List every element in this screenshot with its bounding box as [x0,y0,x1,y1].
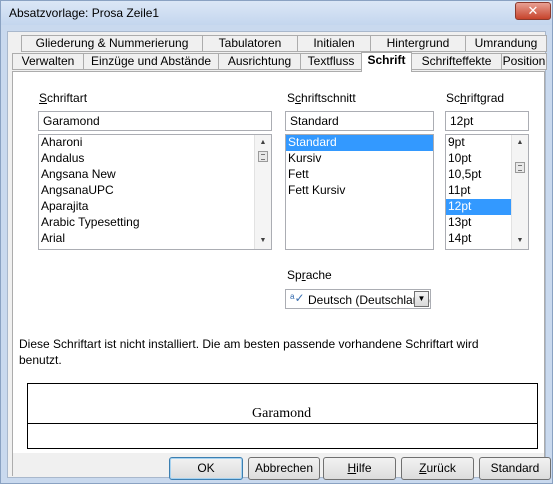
cancel-button[interactable]: Abbrechen [248,457,320,480]
size-label: Schriftgrad [446,91,505,105]
list-item[interactable]: Kursiv [286,151,433,167]
scroll-thumb[interactable] [258,151,268,162]
tab-ausrichtung[interactable]: Ausrichtung [218,53,301,70]
list-item[interactable]: Aharoni [39,135,271,151]
back-button[interactable]: Zurück [401,457,474,480]
scroll-up-icon[interactable]: ▲ [512,135,528,151]
language-label: Sprache [287,268,332,282]
spellcheck-icon: ᵃ✓ [290,291,305,305]
language-select[interactable]: ᵃ✓ Deutsch (Deutschland) ▼ [285,289,431,309]
list-item[interactable]: Andalus [39,151,271,167]
tab-hintergrund[interactable]: Hintergrund [370,35,466,52]
list-item-selected[interactable]: 12pt [446,199,511,215]
tab-einzuege-abstaende[interactable]: Einzüge und Abstände [83,53,219,70]
font-list-scrollbar[interactable]: ▲ ▼ [254,135,271,249]
scroll-down-icon[interactable]: ▼ [255,233,271,249]
font-preview: Garamond [27,383,538,449]
tab-position[interactable]: Position [501,53,547,70]
list-item[interactable]: Aparajita [39,199,271,215]
scroll-thumb[interactable] [515,162,525,173]
tab-tabulatoren[interactable]: Tabulatoren [202,35,298,52]
style-label: Schriftschnitt [287,91,356,105]
tab-umrandung[interactable]: Umrandung [465,35,547,52]
tab-textfluss[interactable]: Textfluss [300,53,362,70]
help-button[interactable]: Hilfe [323,457,396,480]
tab-initialen[interactable]: Initialen [297,35,371,52]
list-item[interactable]: Fett [286,167,433,183]
list-item[interactable]: Arabic Typesetting [39,215,271,231]
ok-button[interactable]: OK [169,457,243,480]
scroll-up-icon[interactable]: ▲ [255,135,271,151]
font-size-input[interactable]: 12pt [445,111,529,131]
chevron-down-icon[interactable]: ▼ [414,291,429,307]
list-item[interactable]: Angsana New [39,167,271,183]
preview-text: Garamond [252,406,312,421]
font-name-input[interactable]: Garamond [38,111,272,131]
font-style-list[interactable]: Standard Kursiv Fett Fett Kursiv [285,134,434,250]
close-button[interactable]: ✕ [515,2,551,20]
dialog-window: Absatzvorlage: Prosa Zeile1 ✕ Gliederung… [0,0,553,484]
size-list-scrollbar[interactable]: ▲ ▼ [511,135,528,249]
list-item[interactable]: Arial [39,231,271,247]
font-name-list[interactable]: Aharoni Andalus Angsana New AngsanaUPC A… [38,134,272,250]
tab-verwalten[interactable]: Verwalten [12,53,84,70]
list-item[interactable]: Fett Kursiv [286,183,433,199]
tab-gliederung-nummerierung[interactable]: Gliederung & Nummerierung [21,35,203,52]
tab-schrifteffekte[interactable]: Schrifteffekte [411,53,502,70]
tab-schrift[interactable]: Schrift [361,52,412,72]
preview-baseline [28,423,537,424]
standard-button[interactable]: Standard [479,457,551,480]
font-size-list[interactable]: 9pt 10pt 10,5pt 11pt 12pt 13pt 14pt ▲ ▼ [445,134,529,250]
title-bar[interactable]: Absatzvorlage: Prosa Zeile1 ✕ [1,1,552,25]
window-title: Absatzvorlage: Prosa Zeile1 [9,6,160,20]
language-value: Deutsch (Deutschland) [308,293,431,307]
font-style-input[interactable]: Standard [285,111,434,131]
scroll-down-icon[interactable]: ▼ [512,233,528,249]
font-not-installed-notice: Diese Schriftart ist nicht installiert. … [19,337,479,367]
list-item-selected[interactable]: Standard [286,135,433,151]
list-item[interactable]: AngsanaUPC [39,183,271,199]
font-label: Schriftart [39,91,88,105]
